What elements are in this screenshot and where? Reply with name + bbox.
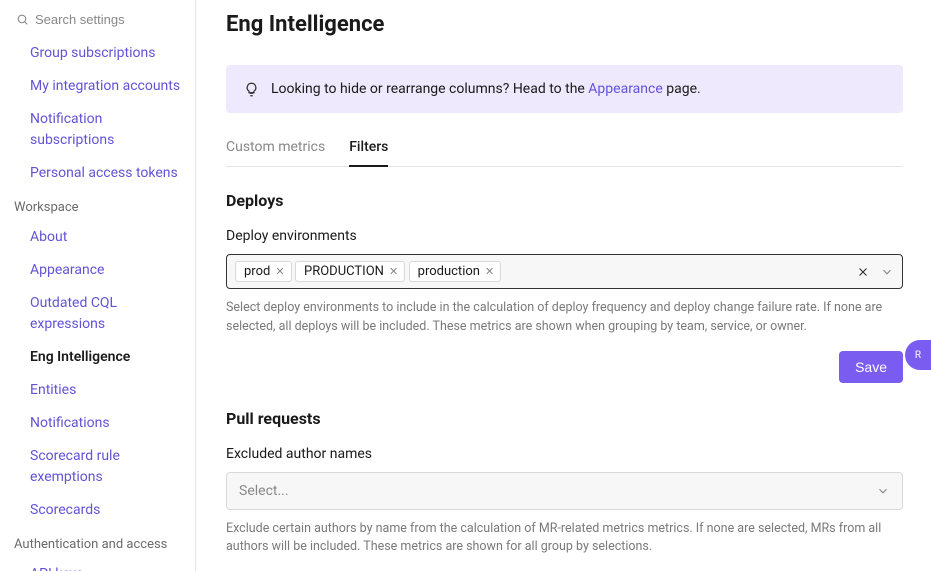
- appearance-banner: Looking to hide or rearrange columns? He…: [226, 65, 903, 113]
- banner-text: Looking to hide or rearrange columns? He…: [271, 81, 701, 97]
- help-fab[interactable]: R: [905, 340, 931, 370]
- search-settings-row: [0, 12, 195, 37]
- sidebar-item-scorecard-rule-exemptions[interactable]: Scorecard rule exemptions: [0, 440, 195, 494]
- main-content: Eng Intelligence Looking to hide or rear…: [196, 0, 931, 571]
- sidebar-item-my-integration-accounts[interactable]: My integration accounts: [0, 70, 195, 103]
- appearance-link[interactable]: Appearance: [588, 81, 662, 97]
- sidebar-item-personal-access-tokens[interactable]: Personal access tokens: [0, 157, 195, 190]
- deploy-environments-label: Deploy environments: [226, 228, 903, 244]
- remove-tag-icon[interactable]: ✕: [389, 266, 398, 277]
- chevron-down-icon[interactable]: [880, 265, 894, 279]
- sidebar-item-entities[interactable]: Entities: [0, 374, 195, 407]
- remove-tag-icon[interactable]: ✕: [275, 266, 284, 277]
- select-placeholder: Select...: [239, 483, 289, 499]
- env-tag: prod✕: [235, 261, 292, 282]
- lightbulb-icon: [244, 82, 259, 97]
- env-tag: PRODUCTION✕: [295, 261, 405, 282]
- group-workspace-label: Workspace: [0, 190, 195, 221]
- pull-requests-heading: Pull requests: [226, 409, 903, 428]
- deploys-heading: Deploys: [226, 191, 903, 210]
- sidebar-item-notifications[interactable]: Notifications: [0, 407, 195, 440]
- sidebar-item-notification-subscriptions[interactable]: Notification subscriptions: [0, 103, 195, 157]
- deploys-save-button[interactable]: Save: [839, 351, 903, 383]
- deploy-helper-text: Select deploy environments to include in…: [226, 299, 903, 337]
- sidebar-item-eng-intelligence[interactable]: Eng Intelligence: [0, 341, 195, 374]
- sidebar-item-appearance[interactable]: Appearance: [0, 254, 195, 287]
- search-icon: [16, 13, 29, 26]
- excluded-authors-label: Excluded author names: [226, 446, 903, 462]
- remove-tag-icon[interactable]: ✕: [485, 266, 494, 277]
- sidebar-item-outdated-cql-expressions[interactable]: Outdated CQL expressions: [0, 287, 195, 341]
- sidebar-item-about[interactable]: About: [0, 221, 195, 254]
- tabs: Custom metrics Filters: [226, 139, 903, 167]
- tab-filters[interactable]: Filters: [349, 139, 388, 167]
- excluded-authors-select[interactable]: Select...: [226, 472, 903, 510]
- settings-sidebar: Group subscriptionsMy integration accoun…: [0, 0, 196, 571]
- sidebar-item-scorecards[interactable]: Scorecards: [0, 494, 195, 527]
- tab-custom-metrics[interactable]: Custom metrics: [226, 139, 325, 166]
- search-settings-input[interactable]: [35, 12, 183, 27]
- chevron-down-icon: [876, 484, 890, 498]
- sidebar-item-api-keys[interactable]: API keys: [0, 558, 195, 571]
- page-title: Eng Intelligence: [226, 12, 903, 37]
- clear-icon[interactable]: [856, 265, 870, 279]
- env-tag: production✕: [409, 261, 502, 282]
- deploy-environments-input[interactable]: prod✕ PRODUCTION✕ production✕: [226, 254, 903, 289]
- group-auth-label: Authentication and access: [0, 527, 195, 558]
- sidebar-item-group-subscriptions[interactable]: Group subscriptions: [0, 37, 195, 70]
- pr-helper-text: Exclude certain authors by name from the…: [226, 520, 903, 558]
